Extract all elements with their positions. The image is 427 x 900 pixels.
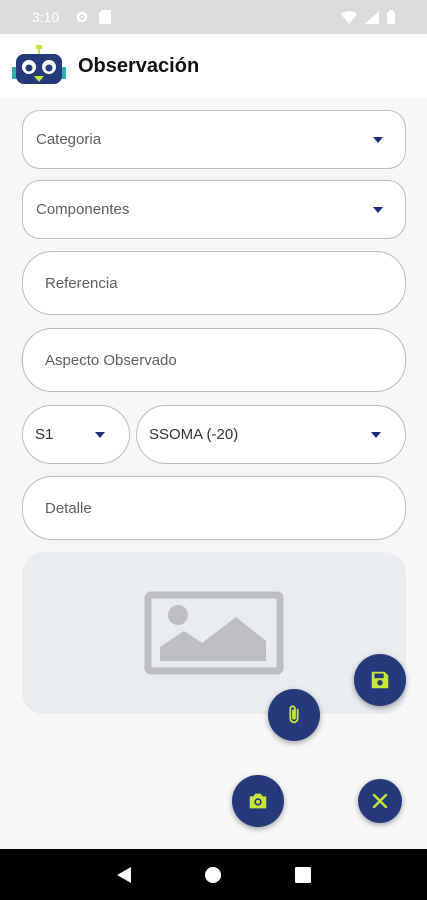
chevron-down-icon — [373, 136, 383, 143]
close-icon — [372, 793, 388, 809]
chevron-down-icon — [373, 206, 383, 213]
image-preview[interactable] — [22, 552, 406, 714]
home-icon[interactable] — [204, 866, 222, 884]
save-button[interactable] — [354, 654, 406, 706]
settings-icon — [77, 11, 88, 23]
componentes-label: Componentes — [36, 201, 130, 218]
tipo-select[interactable]: SSOMA (-20) — [136, 405, 406, 464]
paperclip-icon — [289, 705, 299, 724]
camera-icon — [249, 793, 267, 809]
sd-card-icon — [99, 10, 112, 24]
referencia-placeholder: Referencia — [45, 274, 118, 292]
status-time: 3:10 — [32, 9, 60, 25]
severidad-value: S1 — [35, 426, 54, 443]
detalle-field[interactable]: Detalle — [22, 476, 406, 540]
categoria-label: Categoria — [36, 131, 102, 148]
image-placeholder-icon — [144, 591, 284, 675]
detalle-placeholder: Detalle — [45, 499, 92, 517]
categoria-select[interactable]: Categoria — [22, 110, 406, 169]
app-bar: Observación — [0, 34, 427, 98]
page-title: Observación — [78, 54, 200, 77]
back-icon[interactable] — [116, 866, 132, 884]
battery-icon — [387, 10, 395, 24]
close-button[interactable] — [358, 779, 402, 823]
status-bar: 3:10 — [0, 0, 427, 34]
camera-button[interactable] — [232, 775, 284, 827]
aspecto-observado-field[interactable]: Aspecto Observado — [22, 328, 406, 392]
componentes-select[interactable]: Componentes — [22, 180, 406, 239]
chevron-down-icon — [95, 431, 105, 438]
signal-icon — [365, 10, 379, 24]
attach-button[interactable] — [268, 689, 320, 741]
chevron-down-icon — [371, 431, 381, 438]
navigation-bar — [0, 849, 427, 900]
tipo-value: SSOMA (-20) — [149, 426, 239, 443]
aspecto-observado-placeholder: Aspecto Observado — [45, 351, 177, 369]
recents-icon[interactable] — [294, 866, 311, 883]
wifi-icon — [341, 10, 357, 24]
referencia-field[interactable]: Referencia — [22, 251, 406, 315]
app-logo-robot-icon — [12, 45, 66, 84]
save-icon — [371, 671, 389, 689]
severidad-select[interactable]: S1 — [22, 405, 130, 464]
